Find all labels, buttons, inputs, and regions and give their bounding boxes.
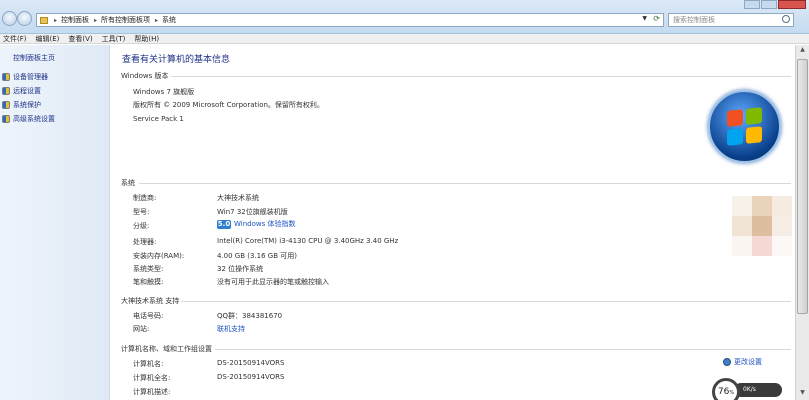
phone-label: 电话号码: [133, 312, 164, 320]
sidebar-item-system-protection[interactable]: 系统保护 [2, 100, 41, 110]
address-bar[interactable]: ▸ 控制面板 ▸ 所有控制面板项 ▸ 系统 ▼ ⟳ [36, 13, 664, 27]
back-button[interactable] [2, 11, 17, 26]
menu-view[interactable]: 查看(V) [68, 34, 92, 44]
model-value: Win7 32位旗舰装机版 [217, 208, 288, 216]
computer-name-value: DS-20150914VORS [217, 359, 285, 367]
change-settings-link[interactable]: 更改设置 [723, 357, 762, 367]
manufacturer-label: 制造商: [133, 194, 157, 202]
rating-label: 分级: [133, 222, 150, 230]
memory-percent: 76 [717, 387, 730, 397]
vertical-scrollbar[interactable]: ▲ ▼ [795, 45, 809, 400]
sidebar: 控制面板主页 设备管理器 远程设置 系统保护 高级系统设置 [0, 45, 110, 400]
divider [181, 301, 791, 302]
main-content: 查看有关计算机的基本信息 Windows 版本 Windows 7 旗舰版 版权… [111, 45, 795, 400]
scroll-down-icon[interactable]: ▼ [797, 389, 808, 399]
divider [215, 349, 791, 350]
sidebar-item-label: 远程设置 [13, 87, 41, 95]
menu-help[interactable]: 帮助(H) [134, 34, 159, 44]
pen-touch-label: 笔和触摸: [133, 278, 164, 286]
sidebar-item-device-manager[interactable]: 设备管理器 [2, 72, 48, 82]
experience-score-badge[interactable]: 5.0 [217, 219, 231, 229]
section-header-support: 大神技术系统 支持 [121, 297, 180, 305]
change-settings-label: 更改设置 [734, 358, 762, 366]
address-bar-region: ▸ 控制面板 ▸ 所有控制面板项 ▸ 系统 ▼ ⟳ 搜索控制面板 [0, 0, 809, 34]
phone-value: QQ群：384381670 [217, 312, 283, 320]
forward-button[interactable] [17, 11, 32, 26]
search-icon[interactable] [782, 15, 790, 23]
divider [171, 76, 791, 77]
breadcrumb-control-panel[interactable]: 控制面板 [61, 15, 89, 25]
shield-icon [2, 115, 10, 123]
edition-copyright: 版权所有 © 2009 Microsoft Corporation。保留所有权利… [133, 101, 324, 109]
shield-icon [2, 87, 10, 95]
section-header-edition: Windows 版本 [121, 72, 169, 80]
service-pack: Service Pack 1 [133, 115, 184, 123]
close-button[interactable] [778, 0, 806, 9]
sidebar-item-remote-settings[interactable]: 远程设置 [2, 86, 41, 96]
blurred-thumbnail [732, 196, 792, 256]
control-panel-icon [40, 16, 48, 24]
shield-icon [723, 358, 731, 366]
shield-icon [2, 101, 10, 109]
chevron-right-icon[interactable]: ▸ [94, 17, 97, 24]
section-header-system: 系统 [121, 179, 135, 187]
page-title: 查看有关计算机的基本信息 [122, 55, 231, 65]
percent-sign: % [729, 390, 735, 396]
sidebar-item-label: 系统保护 [13, 101, 41, 109]
breadcrumb-all-items[interactable]: 所有控制面板项 [101, 15, 150, 25]
maximize-button[interactable] [761, 0, 777, 9]
divider [139, 183, 791, 184]
ram-label: 安装内存(RAM): [133, 252, 185, 260]
online-support-link[interactable]: 联机支持 [217, 324, 245, 334]
scrollbar-thumb[interactable] [797, 59, 808, 314]
processor-value: Intel(R) Core(TM) i3-4130 CPU @ 3.40GHz … [217, 237, 399, 245]
sidebar-item-advanced-settings[interactable]: 高级系统设置 [2, 114, 55, 124]
chevron-right-icon[interactable]: ▸ [54, 17, 57, 24]
system-type-label: 系统类型: [133, 265, 164, 273]
edition-name: Windows 7 旗舰版 [133, 88, 195, 96]
rating-value: 5.0 Windows 体验指数 [217, 219, 295, 229]
sidebar-item-label: 高级系统设置 [13, 115, 55, 123]
manufacturer-value: 大神技术系统 [217, 194, 259, 202]
section-header-computer-name: 计算机名称、域和工作组设置 [121, 345, 212, 353]
sidebar-item-label: 设备管理器 [13, 73, 48, 81]
menu-edit[interactable]: 编辑(E) [36, 34, 60, 44]
chevron-right-icon[interactable]: ▸ [155, 17, 158, 24]
network-speed-widget[interactable]: 0K/s 76% [712, 378, 782, 400]
speed-readout: 0K/s [734, 383, 782, 397]
breadcrumb-system[interactable]: 系统 [162, 15, 176, 25]
pen-touch-value: 没有可用于此显示器的笔或触控输入 [217, 278, 329, 286]
computer-name-label: 计算机名: [133, 360, 164, 368]
computer-description-label: 计算机描述: [133, 388, 171, 396]
full-computer-name-value: DS-20150914VORS [217, 373, 285, 381]
search-placeholder: 搜索控制面板 [673, 16, 715, 24]
menu-file[interactable]: 文件(F) [3, 34, 27, 44]
control-panel-home-link[interactable]: 控制面板主页 [13, 53, 55, 63]
scroll-up-icon[interactable]: ▲ [797, 46, 808, 56]
refresh-icon[interactable]: ⟳ [653, 14, 660, 23]
minimize-button[interactable] [744, 0, 760, 9]
menu-tools[interactable]: 工具(T) [102, 34, 126, 44]
full-computer-name-label: 计算机全名: [133, 374, 171, 382]
system-type-value: 32 位操作系统 [217, 265, 264, 273]
memory-usage-indicator: 76% [712, 378, 740, 400]
menu-bar: 文件(F) 编辑(E) 查看(V) 工具(T) 帮助(H) [0, 34, 809, 44]
shield-icon [2, 73, 10, 81]
windows-logo [708, 90, 781, 163]
search-input[interactable]: 搜索控制面板 [668, 13, 794, 27]
model-label: 型号: [133, 208, 150, 216]
processor-label: 处理器: [133, 238, 157, 246]
ram-value: 4.00 GB (3.16 GB 可用) [217, 252, 297, 260]
website-label: 网站: [133, 325, 150, 333]
chevron-down-icon[interactable]: ▼ [642, 15, 647, 22]
experience-index-link[interactable]: Windows 体验指数 [234, 220, 295, 228]
